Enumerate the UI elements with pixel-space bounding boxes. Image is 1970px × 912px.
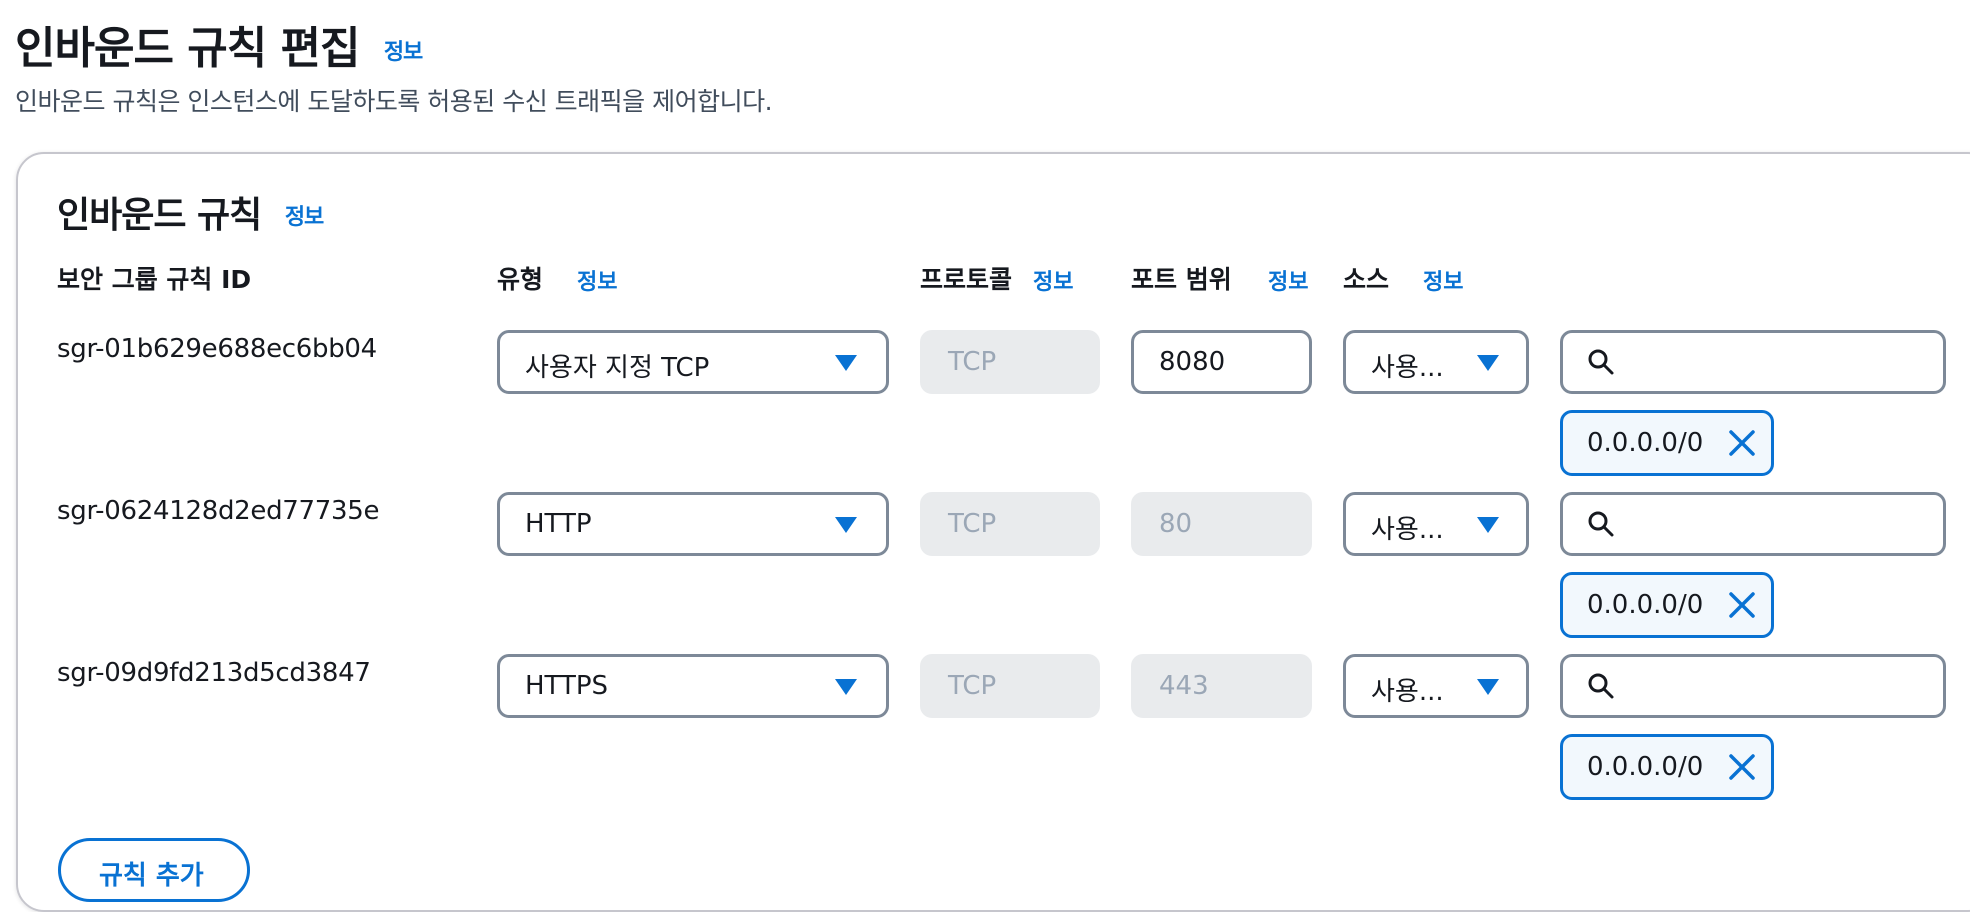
port-range-input[interactable]: 8080 [1131, 330, 1312, 394]
protocol-field: TCP [920, 330, 1100, 394]
rule-id: sgr-0624128d2ed77735e [57, 496, 380, 526]
cidr-token-value: 0.0.0.0/0 [1587, 752, 1704, 782]
rule-id: sgr-01b629e688ec6bb04 [57, 334, 377, 364]
cidr-token: 0.0.0.0/0 [1560, 410, 1774, 476]
caret-down-icon [835, 355, 857, 371]
source-select[interactable]: 사용... [1343, 492, 1529, 556]
protocol-field: TCP [920, 492, 1100, 556]
column-header-port-range: 포트 범위 [1131, 265, 1232, 294]
protocol-info-link[interactable]: 정보 [1033, 264, 1073, 296]
search-icon [1588, 511, 1614, 537]
caret-down-icon [835, 517, 857, 533]
panel-title-text: 인바운드 규칙 [57, 195, 262, 236]
page-info-link[interactable]: 정보 [384, 40, 423, 65]
rule-id: sgr-09d9fd213d5cd3847 [57, 658, 371, 688]
panel-title: 인바운드 규칙 정보 [57, 186, 324, 238]
source-select[interactable]: 사용... [1343, 330, 1529, 394]
port-range-value: 8080 [1159, 347, 1226, 377]
source-info-link[interactable]: 정보 [1423, 264, 1463, 296]
caret-down-icon [835, 679, 857, 695]
close-icon[interactable] [1726, 427, 1758, 459]
cidr-search-input[interactable] [1560, 492, 1946, 556]
protocol-field: TCP [920, 654, 1100, 718]
cidr-token-value: 0.0.0.0/0 [1587, 428, 1704, 458]
protocol-value: TCP [948, 509, 997, 539]
caret-down-icon [1477, 517, 1499, 533]
column-header-protocol: 프로토콜 [920, 265, 1013, 294]
source-select-value: 사용... [1371, 353, 1444, 383]
caret-down-icon [1477, 679, 1499, 695]
port-range-value: 443 [1159, 671, 1209, 701]
cidr-token: 0.0.0.0/0 [1560, 572, 1774, 638]
port-range-field: 80 [1131, 492, 1312, 556]
source-select-value: 사용... [1371, 677, 1444, 707]
type-info-link[interactable]: 정보 [577, 264, 617, 296]
column-header-type: 유형 [497, 265, 544, 294]
source-select[interactable]: 사용... [1343, 654, 1529, 718]
page-description: 인바운드 규칙은 인스턴스에 도달하도록 허용된 수신 트래픽을 제어합니다. [15, 87, 773, 116]
port-range-info-link[interactable]: 정보 [1268, 264, 1308, 296]
type-select[interactable]: HTTPS [497, 654, 889, 718]
protocol-value: TCP [948, 671, 997, 701]
type-select[interactable]: HTTP [497, 492, 889, 556]
add-rule-button-label: 규칙 추가 [99, 861, 204, 891]
caret-down-icon [1477, 355, 1499, 371]
type-select-value: 사용자 지정 TCP [525, 353, 710, 383]
source-select-value: 사용... [1371, 515, 1444, 545]
page-title: 인바운드 규칙 편집 정보 [15, 12, 423, 76]
search-icon [1588, 349, 1614, 375]
column-header-rule-id: 보안 그룹 규칙 ID [57, 265, 252, 294]
type-select-value: HTTP [525, 509, 592, 539]
panel-info-link[interactable]: 정보 [285, 205, 324, 230]
column-header-source: 소스 [1343, 265, 1390, 294]
cidr-search-input[interactable] [1560, 330, 1946, 394]
close-icon[interactable] [1726, 751, 1758, 783]
protocol-value: TCP [948, 347, 997, 377]
port-range-value: 80 [1159, 509, 1193, 539]
page-title-text: 인바운드 규칙 편집 [15, 23, 360, 74]
cidr-token: 0.0.0.0/0 [1560, 734, 1774, 800]
type-select[interactable]: 사용자 지정 TCP [497, 330, 889, 394]
type-select-value: HTTPS [525, 671, 609, 701]
cidr-search-input[interactable] [1560, 654, 1946, 718]
cidr-token-value: 0.0.0.0/0 [1587, 590, 1704, 620]
close-icon[interactable] [1726, 589, 1758, 621]
port-range-field: 443 [1131, 654, 1312, 718]
search-icon [1588, 673, 1614, 699]
add-rule-button[interactable]: 규칙 추가 [58, 838, 250, 902]
